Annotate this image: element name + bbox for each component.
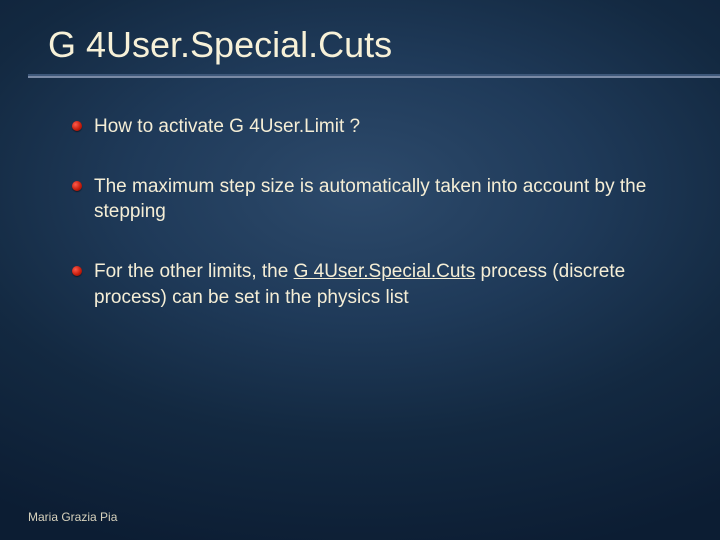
list-item: For the other limits, the G 4User.Specia… [72, 259, 674, 310]
list-item: The maximum step size is automatically t… [72, 174, 674, 225]
bullet-text: The maximum step size is automatically t… [94, 174, 674, 225]
bullet-text: How to activate G 4User.Limit ? [94, 114, 360, 140]
bullet-icon [72, 266, 82, 276]
content-area: How to activate G 4User.Limit ? The maxi… [0, 78, 720, 310]
bullet-icon [72, 121, 82, 131]
bullet-icon [72, 181, 82, 191]
bullet-text-highlight: G 4User.Special.Cuts [294, 261, 476, 282]
slide-title: G 4User.Special.Cuts [0, 24, 720, 66]
footer-author: Maria Grazia Pia [28, 510, 117, 524]
bullet-text: For the other limits, the G 4User.Specia… [94, 259, 674, 310]
bullet-text-pre: For the other limits, the [94, 261, 294, 282]
slide: G 4User.Special.Cuts How to activate G 4… [0, 0, 720, 540]
list-item: How to activate G 4User.Limit ? [72, 114, 674, 140]
